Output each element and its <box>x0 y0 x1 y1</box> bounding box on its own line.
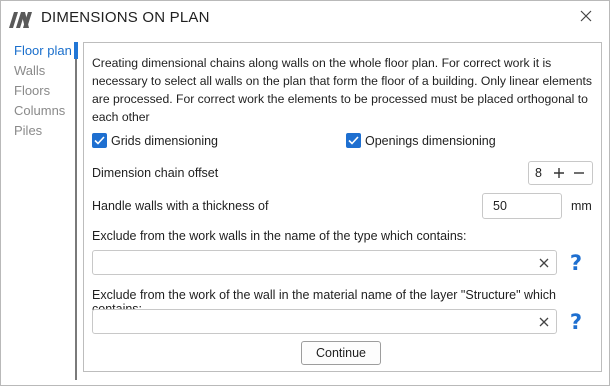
decrement-button[interactable] <box>569 162 589 184</box>
close-icon <box>580 9 592 27</box>
title-bar: DIMENSIONS ON PLAN <box>1 1 609 37</box>
window-title: DIMENSIONS ON PLAN <box>41 9 210 26</box>
chain-offset-label: Dimension chain offset <box>92 166 219 180</box>
minus-icon <box>574 172 584 174</box>
sidebar-item-columns[interactable]: Columns <box>14 103 65 118</box>
help-icon[interactable]: ? <box>568 311 584 333</box>
clear-button[interactable] <box>535 313 553 331</box>
clear-icon <box>539 317 549 327</box>
checkbox-checked[interactable] <box>346 133 361 148</box>
description-text: Creating dimensional chains along walls … <box>92 56 592 124</box>
exclude-material-input[interactable] <box>92 309 557 334</box>
sidebar: Floor plan Walls Floors Columns Piles <box>1 37 79 381</box>
wall-thickness-label: Handle walls with a thickness of <box>92 199 269 213</box>
checkmark-icon <box>348 136 359 145</box>
clear-button[interactable] <box>535 254 553 272</box>
continue-button[interactable]: Continue <box>301 341 381 365</box>
dialog-window: DIMENSIONS ON PLAN Floor plan Walls Floo… <box>0 0 610 386</box>
grids-dimensioning-label: Grids dimensioning <box>111 133 218 148</box>
grids-dimensioning-checkbox[interactable]: Grids dimensioning <box>92 133 218 148</box>
app-logo-icon <box>8 9 34 29</box>
sidebar-divider <box>75 42 77 380</box>
chain-offset-value: 8 <box>535 166 542 180</box>
exclude-type-input[interactable] <box>92 250 557 275</box>
sidebar-item-floor-plan[interactable]: Floor plan <box>14 43 72 58</box>
sidebar-item-walls[interactable]: Walls <box>14 63 45 78</box>
help-icon[interactable]: ? <box>568 252 584 274</box>
openings-dimensioning-label: Openings dimensioning <box>365 133 496 148</box>
sidebar-item-floors[interactable]: Floors <box>14 83 50 98</box>
clear-icon <box>539 258 549 268</box>
exclude-type-label: Exclude from the work walls in the name … <box>92 229 467 243</box>
openings-dimensioning-checkbox[interactable]: Openings dimensioning <box>346 133 496 148</box>
close-button[interactable] <box>572 6 600 30</box>
checkbox-checked[interactable] <box>92 133 107 148</box>
wall-thickness-unit: mm <box>571 199 592 213</box>
sidebar-active-indicator <box>74 42 78 59</box>
settings-panel: Creating dimensional chains along walls … <box>83 42 602 372</box>
increment-button[interactable] <box>549 162 569 184</box>
wall-thickness-input[interactable]: 50 <box>482 193 562 219</box>
chain-offset-stepper[interactable]: 8 <box>528 161 593 185</box>
sidebar-item-piles[interactable]: Piles <box>14 123 42 138</box>
checkmark-icon <box>94 136 105 145</box>
plus-icon <box>554 168 564 178</box>
